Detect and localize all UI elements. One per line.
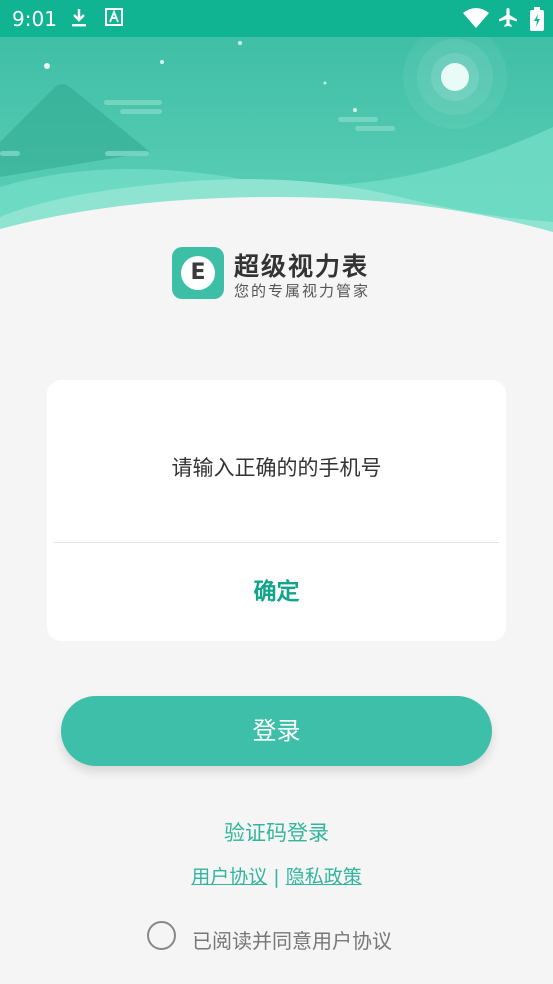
app-logo-icon: E (172, 247, 224, 299)
privacy-policy-link[interactable]: 隐私政策 (286, 866, 362, 888)
status-time: 9:01 (12, 7, 57, 31)
link-separator: | (273, 866, 280, 888)
battery-icon (530, 7, 544, 35)
user-agreement-link[interactable]: 用户协议 (191, 866, 267, 888)
consent-label: 已阅读并同意用户协议 (192, 929, 392, 953)
consent-row: 已阅读并同意用户协议 (147, 920, 447, 954)
font-a-icon (104, 7, 124, 31)
wifi-icon (462, 7, 490, 33)
airplane-icon (497, 7, 519, 33)
header-illustration (0, 37, 553, 237)
dialog-divider (54, 542, 499, 543)
status-bar: 9:01 (0, 0, 553, 37)
dialog-message: 请输入正确的的手机号 (171, 456, 382, 480)
sms-login-link[interactable]: 验证码登录 (0, 817, 553, 847)
app-logo: E 超级视力表 您的专属视力管家 (172, 247, 392, 303)
app-title: 超级视力表 (234, 252, 370, 281)
alert-dialog: 请输入正确的的手机号 确定 (47, 380, 506, 641)
app-subtitle: 您的专属视力管家 (234, 282, 371, 300)
consent-radio[interactable] (147, 921, 176, 950)
confirm-button[interactable]: 确定 (47, 572, 506, 606)
login-button[interactable]: 登录 (61, 696, 492, 766)
download-icon (68, 7, 90, 33)
agreement-links: 用户协议 | 隐私政策 (0, 862, 553, 889)
logo-letter: E (181, 256, 215, 290)
